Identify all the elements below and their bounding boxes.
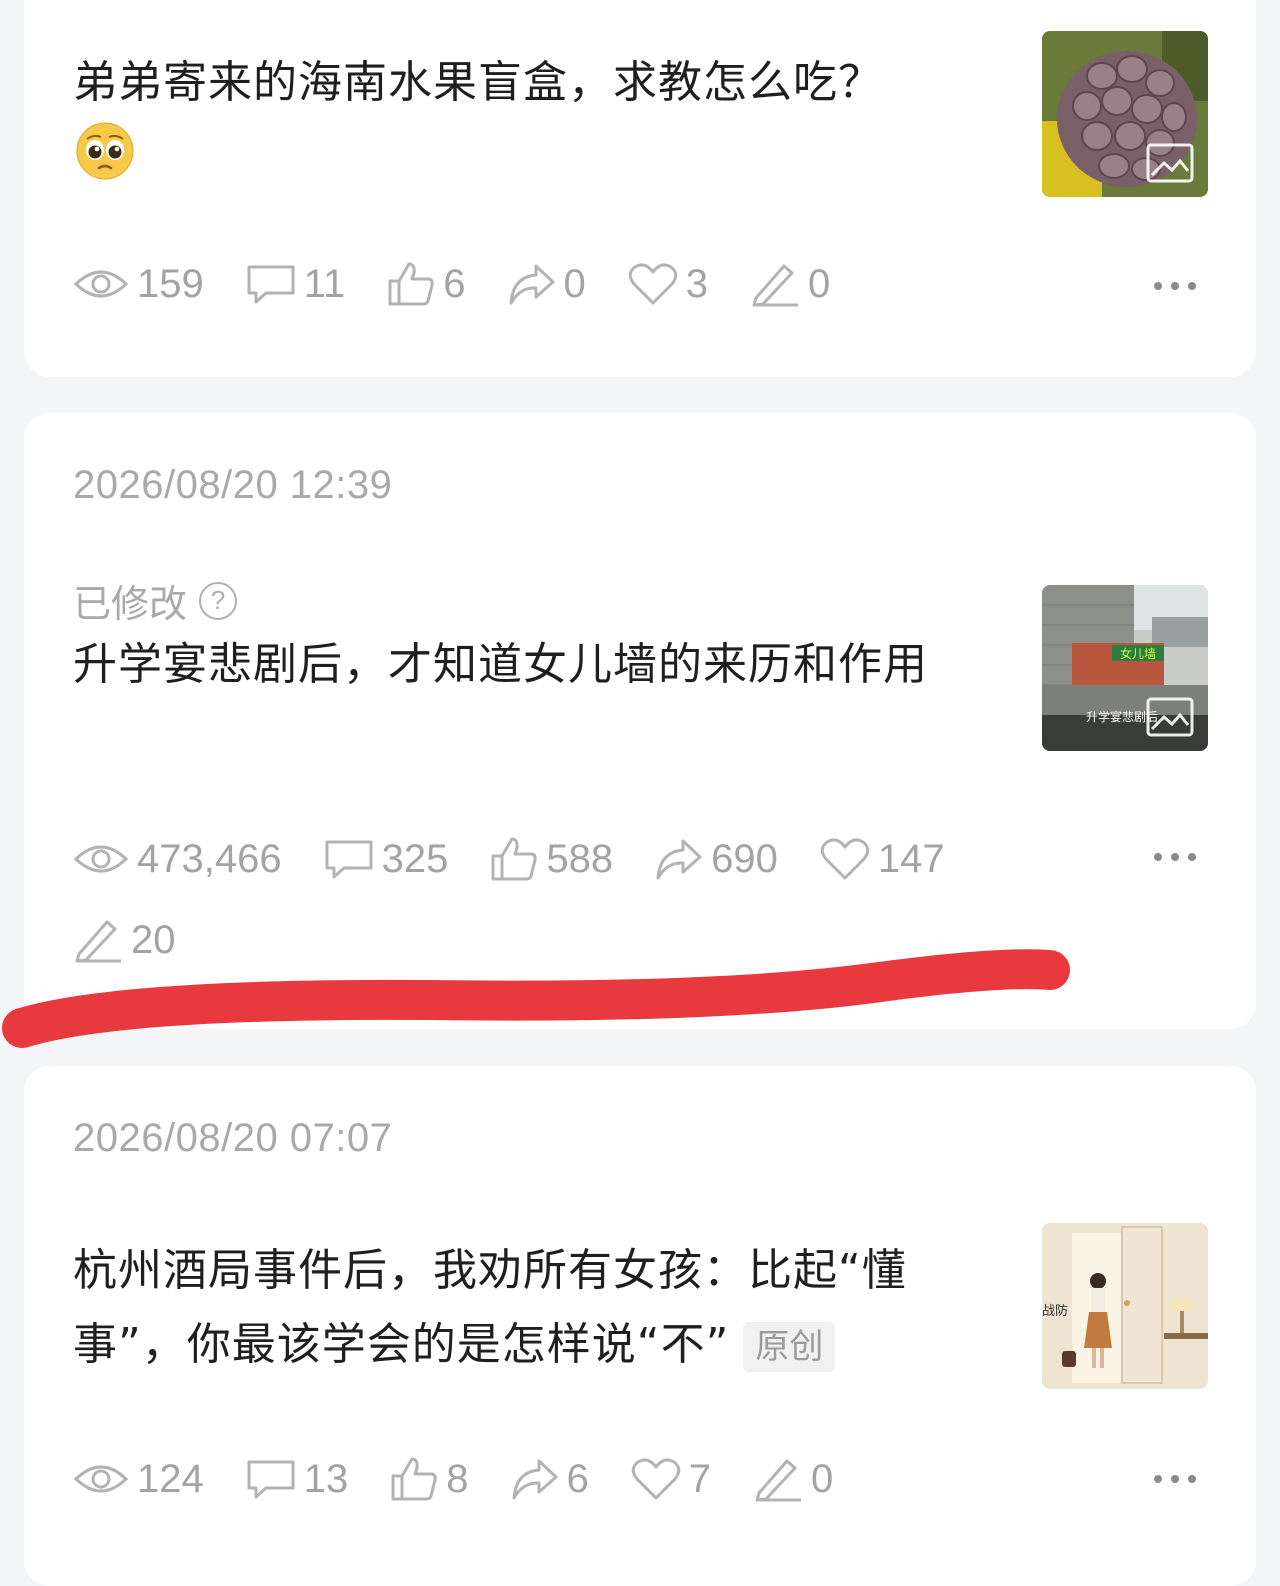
more-options-icon[interactable] <box>1154 853 1196 861</box>
post-stats: 159 11 6 0 3 0 <box>73 261 872 307</box>
red-underline-annotation <box>2 949 1070 1048</box>
original-badge: 原创 <box>743 1322 836 1372</box>
eye-icon <box>73 270 129 298</box>
likes-count: 6 <box>443 261 466 306</box>
comments-stat[interactable]: 11 <box>246 261 346 307</box>
post-title[interactable]: 弟弟寄来的海南水果盲盒，求教怎么吃？ <box>73 46 1013 120</box>
comment-icon <box>325 840 373 879</box>
shares-count: 690 <box>711 836 778 881</box>
post-card-2[interactable]: 2026/08/20 12:39 已修改 ? 升学宴悲剧后，才知道女儿墙的来历和… <box>24 413 1256 1029</box>
shares-stat[interactable]: 690 <box>655 837 778 882</box>
heart-icon <box>820 838 870 880</box>
shares-stat[interactable]: 6 <box>511 1457 589 1502</box>
share-icon <box>509 264 555 305</box>
thumbnail-side-text: 战防 <box>1042 1303 1068 1319</box>
post-thumbnail[interactable]: 女儿墙 升学宴悲剧后 <box>1042 585 1208 751</box>
shares-stat[interactable]: 0 <box>508 262 586 307</box>
edits-stat[interactable]: 0 <box>753 1456 833 1502</box>
thumbnail-tag-text: 女儿墙 <box>1120 646 1156 661</box>
comments-count: 11 <box>303 261 346 306</box>
share-icon <box>512 1459 557 1500</box>
post-title[interactable]: 升学宴悲剧后，才知道女儿墙的来历和作用 <box>73 628 1013 702</box>
shares-count: 0 <box>563 261 586 306</box>
modified-label: 已修改 <box>73 582 188 626</box>
comments-stat[interactable]: 325 <box>324 836 449 882</box>
woman-door-illustration-image: 战防 <box>1042 1223 1208 1389</box>
more-options-icon[interactable] <box>1154 1475 1196 1483</box>
post-card-3[interactable]: 2026/08/20 07:07 杭州酒局事件后，我劝所有女孩：比起“懂事”，你… <box>24 1066 1256 1586</box>
views-count: 124 <box>137 1456 204 1501</box>
views-stat: 473,466 <box>73 837 282 882</box>
comments-count: 325 <box>381 836 449 881</box>
help-icon[interactable]: ? <box>199 581 238 620</box>
heart-icon <box>631 1458 680 1500</box>
comment-icon <box>247 265 295 304</box>
edits-stat[interactable]: 0 <box>750 261 830 307</box>
eye-icon <box>73 1465 129 1493</box>
comments-count: 13 <box>303 1456 349 1501</box>
comment-icon <box>247 1460 295 1499</box>
pen-icon <box>755 1459 801 1502</box>
likes-count: 8 <box>446 1456 469 1501</box>
pen-icon <box>752 264 799 307</box>
pleading-face-icon <box>76 122 134 180</box>
thumbs-up-icon <box>388 262 434 306</box>
post-title[interactable]: 杭州酒局事件后，我劝所有女孩：比起“懂事”，你最该学会的是怎样说“不” 原创 <box>73 1234 1003 1382</box>
shares-count: 6 <box>566 1456 589 1501</box>
eye-icon <box>73 845 129 873</box>
likes-stat[interactable]: 6 <box>387 261 466 307</box>
favorites-count: 3 <box>685 261 709 306</box>
image-type-icon <box>1146 697 1194 737</box>
views-stat: 159 <box>73 262 204 307</box>
thumbs-up-icon <box>491 837 538 881</box>
post-thumbnail[interactable] <box>1042 31 1208 197</box>
favorites-count: 7 <box>688 1456 711 1501</box>
favorites-stat[interactable]: 7 <box>631 1457 711 1502</box>
views-count: 159 <box>137 261 204 306</box>
likes-stat[interactable]: 8 <box>390 1456 469 1502</box>
likes-stat[interactable]: 588 <box>490 836 613 882</box>
favorites-stat[interactable]: 3 <box>628 262 708 307</box>
post-card-1[interactable]: 弟弟寄来的海南水果盲盒，求教怎么吃？ 159 11 6 0 3 0 <box>24 0 1256 377</box>
views-stat: 124 <box>73 1457 204 1502</box>
post-thumbnail[interactable]: 战防 <box>1042 1223 1208 1389</box>
favorites-count: 147 <box>877 836 945 881</box>
post-stats: 124 13 8 6 7 0 <box>73 1456 875 1502</box>
post-date: 2026/08/20 12:39 <box>73 463 393 507</box>
post-stats: 473,466 325 588 690 147 <box>73 836 987 882</box>
image-type-icon <box>1146 143 1194 183</box>
heart-icon <box>628 263 678 305</box>
thumbs-up-icon <box>391 1457 437 1501</box>
comments-stat[interactable]: 13 <box>246 1456 349 1502</box>
modified-indicator: 已修改 ? <box>73 573 238 628</box>
views-count: 473,466 <box>137 836 282 881</box>
edits-count: 0 <box>808 261 831 306</box>
edits-count: 0 <box>811 1456 834 1501</box>
favorites-stat[interactable]: 147 <box>820 837 945 882</box>
share-icon <box>656 839 702 880</box>
more-options-icon[interactable] <box>1154 282 1196 290</box>
post-date: 2026/08/20 07:07 <box>73 1116 393 1160</box>
likes-count: 588 <box>546 836 614 881</box>
